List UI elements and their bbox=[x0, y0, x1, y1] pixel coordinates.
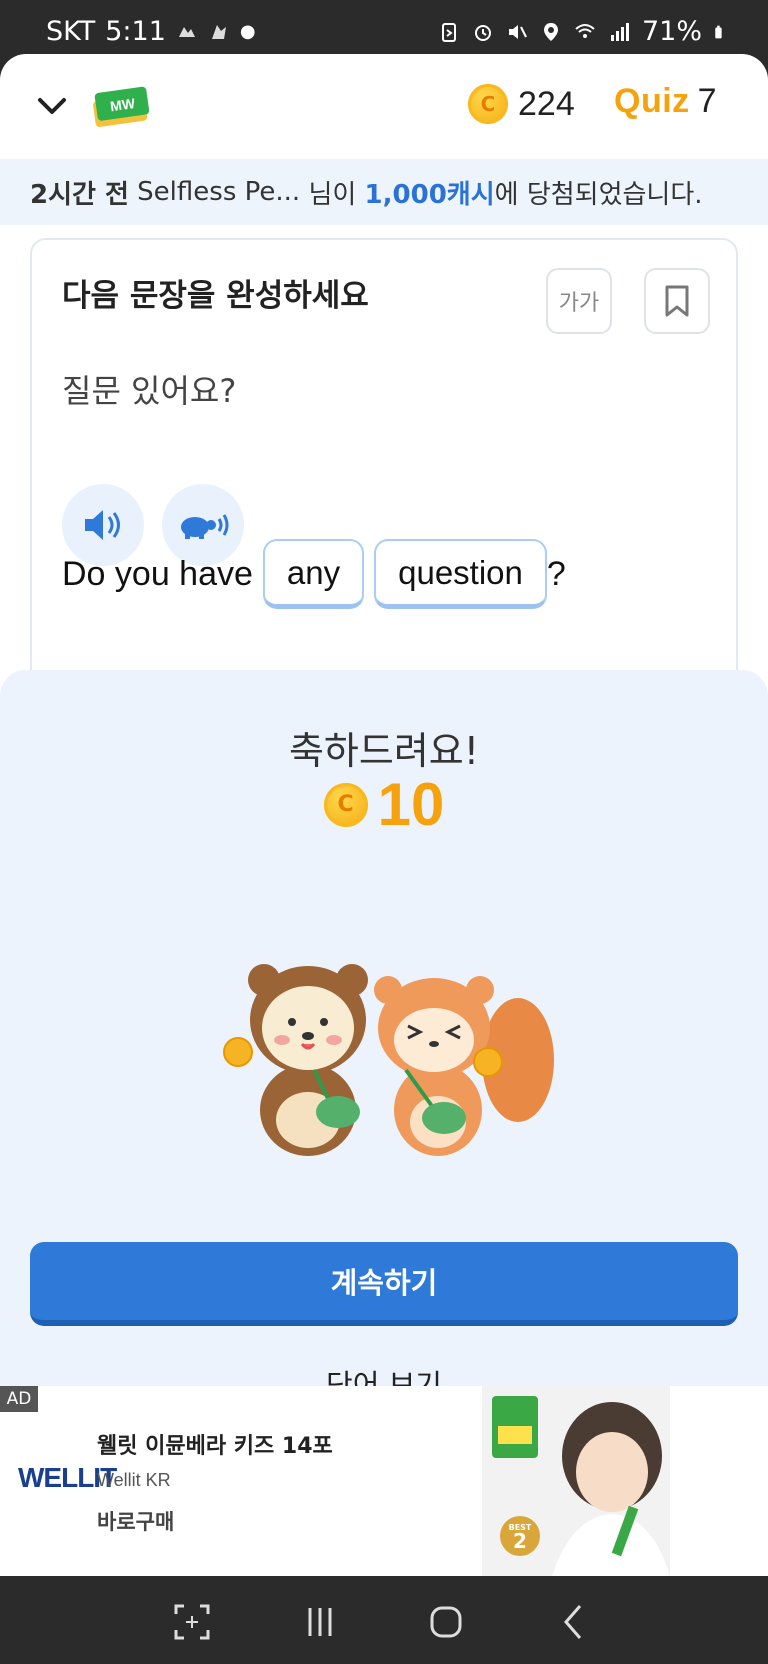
quiz-counter[interactable]: Quiz 7 bbox=[614, 82, 717, 121]
alarm-icon bbox=[474, 24, 491, 41]
recent-apps-icon[interactable] bbox=[300, 1602, 340, 1642]
congrats-message: 축하드려요! bbox=[288, 729, 480, 773]
coin-icon: C bbox=[323, 782, 368, 827]
banner-user: Selfless Pe... bbox=[137, 177, 301, 207]
system-nav-bar bbox=[0, 1576, 768, 1664]
sentence-prefix: Do you have bbox=[62, 554, 253, 593]
back-icon[interactable] bbox=[554, 1602, 594, 1642]
continue-button[interactable]: 계속하기 bbox=[30, 1242, 738, 1326]
banner-mid: 님이 bbox=[308, 179, 357, 210]
notification-icon bbox=[211, 24, 226, 39]
app-window: MW C 224 Quiz 7 2시간 전 Selfless Pe... 님이 … bbox=[0, 54, 768, 1574]
winner-banner: 2시간 전 Selfless Pe... 님이 1,000캐시 에 당첨되었습니… bbox=[0, 159, 768, 225]
location-icon bbox=[543, 22, 558, 41]
banner-time: 2시간 전 bbox=[30, 179, 129, 210]
app-logo: MW bbox=[93, 86, 150, 127]
ad-cta-button[interactable]: 바로구매 bbox=[97, 1506, 174, 1536]
battery-icon bbox=[715, 25, 722, 38]
carrier-label: SKT bbox=[46, 16, 96, 47]
banner-suffix: 에 당첨되었습니다. bbox=[494, 179, 703, 210]
ad-product-image[interactable]: BEST 2 bbox=[482, 1386, 670, 1576]
sentence-row: Do you have any question ? bbox=[62, 538, 566, 610]
ad-badge-number: 2 bbox=[513, 1529, 527, 1553]
ad-advertiser: Wellit KR bbox=[97, 1470, 171, 1490]
notification-icon bbox=[178, 26, 195, 37]
mute-icon bbox=[508, 24, 527, 39]
ad-tag: AD bbox=[0, 1386, 38, 1412]
app-header: MW C 224 Quiz 7 bbox=[0, 54, 768, 159]
answer-chip[interactable]: any bbox=[262, 539, 365, 609]
question-text: 질문 있어요? bbox=[62, 372, 237, 410]
bookmark-icon bbox=[665, 285, 689, 317]
coin-balance[interactable]: C 224 bbox=[468, 84, 575, 124]
coin-icon: C bbox=[468, 84, 508, 124]
clock: 5:11 bbox=[105, 16, 166, 47]
quiz-logo: Quiz bbox=[614, 82, 690, 120]
status-bar: SKT 5:11 ● 71% bbox=[0, 0, 768, 62]
battery-percent: 71% bbox=[641, 16, 702, 47]
bookmark-button[interactable] bbox=[644, 268, 710, 334]
banner-amount: 1,000캐시 bbox=[364, 179, 495, 210]
signal-icon bbox=[610, 22, 629, 41]
answer-chip[interactable]: question bbox=[374, 539, 547, 609]
wifi-icon bbox=[575, 23, 595, 38]
mascot-illustration bbox=[223, 964, 554, 1156]
screenshot-icon[interactable] bbox=[172, 1602, 212, 1642]
quiz-card: 다음 문장을 완성하세요 가가 질문 있어요? Do you have any … bbox=[30, 238, 738, 718]
home-icon[interactable] bbox=[426, 1602, 466, 1642]
reward-amount: C 10 bbox=[0, 770, 768, 839]
ad-title[interactable]: 웰릿 이뮨베라 키즈 14포 bbox=[97, 1428, 333, 1460]
quiz-title: 다음 문장을 완성하세요 bbox=[62, 278, 369, 314]
font-size-button[interactable]: 가가 bbox=[546, 268, 612, 334]
result-sheet: 축하드려요! C 10 계속하기 단어 보기 bbox=[0, 670, 768, 1430]
reward-value: 10 bbox=[377, 771, 445, 838]
sentence-suffix: ? bbox=[546, 554, 566, 593]
ad-banner[interactable]: AD WELLIT 웰릿 이뮨베라 키즈 14포 Wellit KR 바로구매 … bbox=[0, 1386, 768, 1576]
dot-icon: ● bbox=[239, 21, 256, 42]
chevron-down-icon[interactable] bbox=[34, 88, 70, 124]
quiz-count: 7 bbox=[697, 82, 717, 120]
coin-count: 224 bbox=[518, 84, 575, 123]
battery-saver-icon bbox=[441, 22, 456, 42]
